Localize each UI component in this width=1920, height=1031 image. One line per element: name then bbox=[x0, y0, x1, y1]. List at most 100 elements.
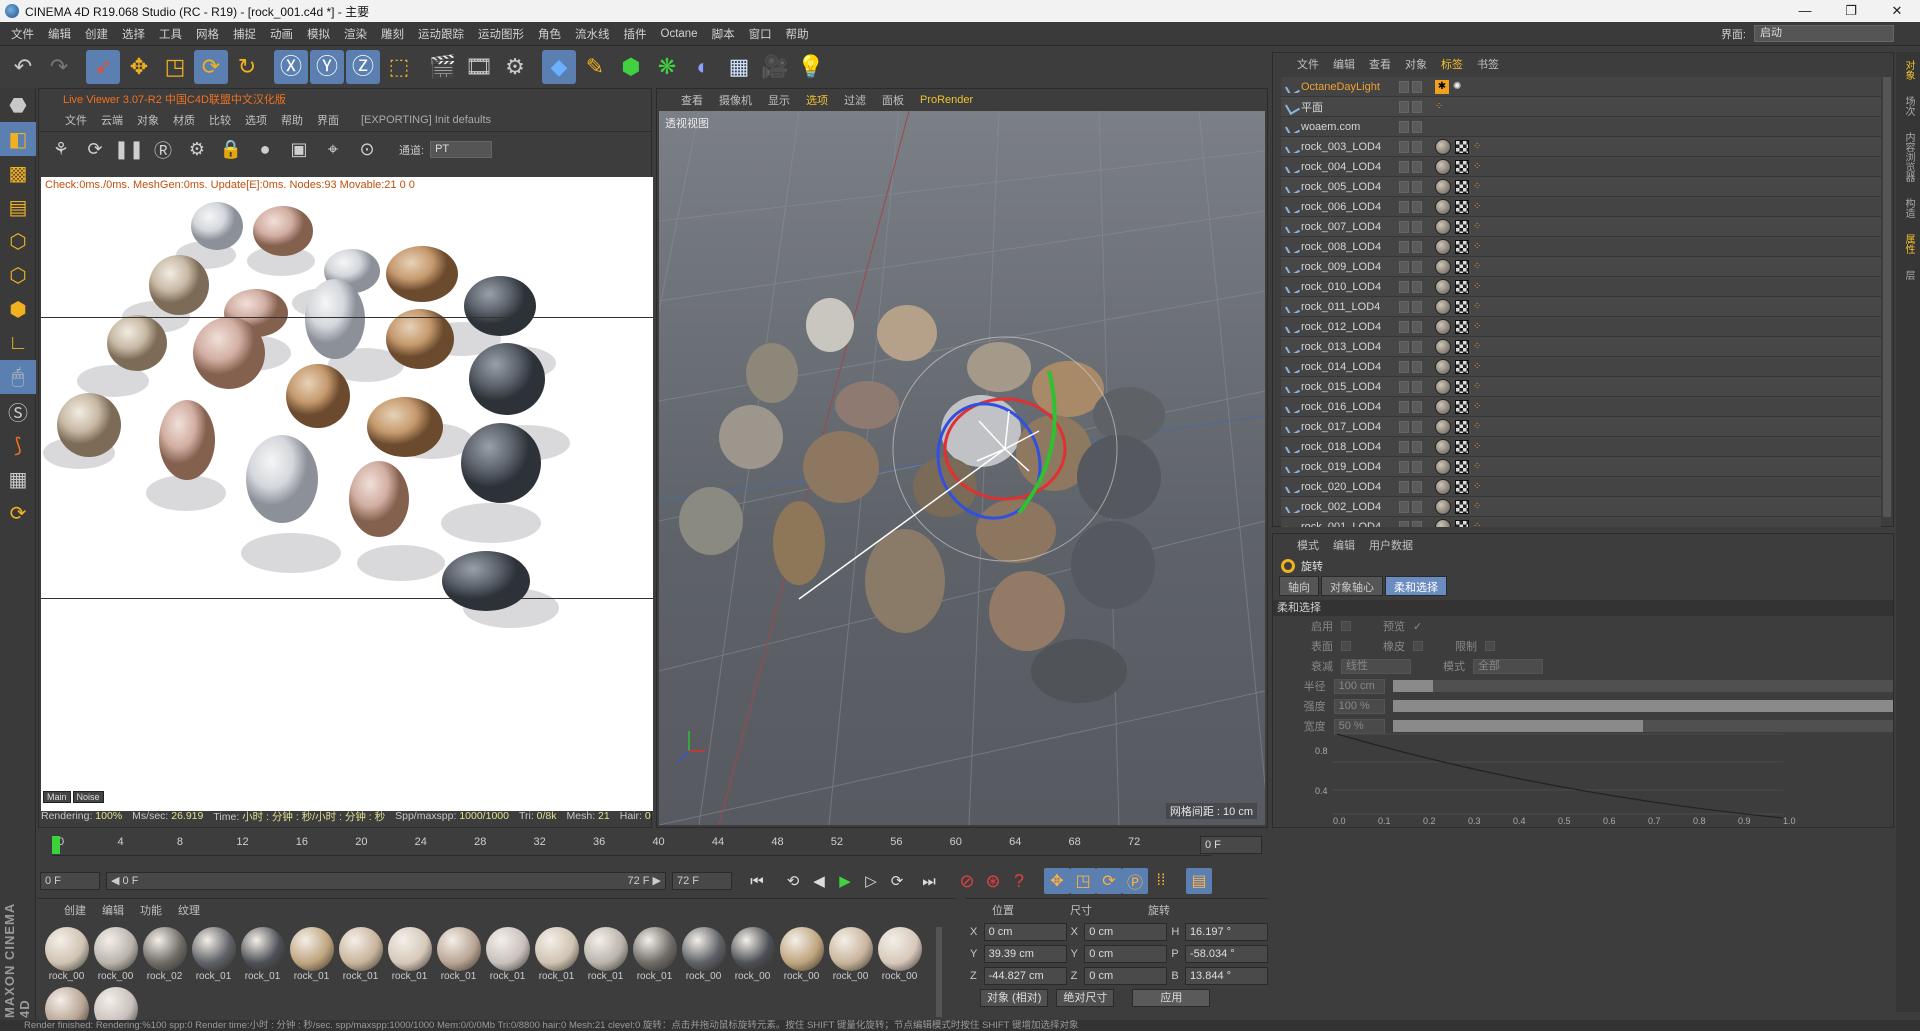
material-swatch[interactable]: rock_01 bbox=[434, 927, 483, 985]
timeline-icon[interactable]: ▤ bbox=[1186, 868, 1212, 894]
settings-gear-icon[interactable]: ⚙ bbox=[183, 136, 211, 164]
tab-axis[interactable]: 轴向 bbox=[1279, 576, 1319, 596]
visibility-flags[interactable] bbox=[1399, 400, 1435, 413]
live-viewer-render[interactable] bbox=[41, 193, 653, 811]
material-swatch[interactable]: rock_00 bbox=[826, 927, 875, 985]
phong-tag-icon[interactable]: ⁘ bbox=[1473, 161, 1483, 172]
y-axis-icon[interactable]: Ⓨ bbox=[310, 50, 344, 84]
material-swatch[interactable]: rock_00 bbox=[91, 927, 140, 985]
record-active-icon[interactable]: ⊘ bbox=[954, 868, 980, 894]
lv-menu-compare[interactable]: 比较 bbox=[209, 112, 231, 128]
rotation-p-field[interactable]: -58.034 ° bbox=[1184, 945, 1268, 963]
am-menu-edit[interactable]: 编辑 bbox=[1333, 537, 1355, 553]
key-pla-icon[interactable]: ⁞⁞ bbox=[1148, 868, 1174, 894]
pick-focus-icon[interactable]: ⌖ bbox=[319, 136, 347, 164]
material-swatch[interactable]: rock_01 bbox=[189, 927, 238, 985]
material-tag-icon[interactable] bbox=[1435, 438, 1451, 455]
visibility-flags[interactable] bbox=[1399, 240, 1435, 253]
tweak-mode-icon[interactable]: 🖱 bbox=[0, 360, 36, 394]
uvw-tag-icon[interactable] bbox=[1455, 199, 1469, 214]
object-tags[interactable]: ⁘ bbox=[1435, 338, 1483, 355]
visibility-flags[interactable] bbox=[1399, 420, 1435, 433]
visibility-flags[interactable] bbox=[1399, 380, 1435, 393]
object-name[interactable]: rock_019_LOD4 bbox=[1281, 461, 1399, 473]
uvw-tag-icon[interactable] bbox=[1455, 479, 1469, 494]
object-row[interactable]: rock_016_LOD4 ⁘ bbox=[1281, 397, 1881, 417]
object-tags[interactable]: ⁘ bbox=[1435, 138, 1483, 155]
size-mode-select[interactable]: 绝对尺寸 bbox=[1056, 989, 1115, 1007]
sun-tag-icon[interactable]: ✺ bbox=[1453, 81, 1463, 92]
side-tab-content-browser[interactable]: 内容浏览器 bbox=[1896, 124, 1920, 190]
object-name[interactable]: rock_014_LOD4 bbox=[1281, 361, 1399, 373]
menu-motion-tracking[interactable]: 运动跟踪 bbox=[411, 26, 471, 42]
key-rotation-icon[interactable]: ⟳ bbox=[1096, 868, 1122, 894]
lv-menu-materials[interactable]: 材质 bbox=[173, 112, 195, 128]
menu-render[interactable]: 渲染 bbox=[337, 26, 374, 42]
material-tag-icon[interactable] bbox=[1435, 478, 1451, 495]
object-tags[interactable]: ⁘ bbox=[1435, 318, 1483, 335]
current-frame-field[interactable]: 0 F bbox=[40, 872, 100, 890]
object-tags[interactable]: ⁘ bbox=[1435, 178, 1483, 195]
material-tag-icon[interactable] bbox=[1435, 178, 1451, 195]
menu-create[interactable]: 创建 bbox=[78, 26, 115, 42]
close-button[interactable]: ✕ bbox=[1874, 0, 1920, 22]
material-tag-icon[interactable] bbox=[1435, 258, 1451, 275]
menu-script[interactable]: 脚本 bbox=[705, 26, 742, 42]
coord-system-icon[interactable]: ⬚ bbox=[382, 50, 416, 84]
keyframe-selection-icon[interactable]: ? bbox=[1006, 868, 1032, 894]
minimize-button[interactable]: — bbox=[1782, 0, 1828, 22]
mm-menu-function[interactable]: 功能 bbox=[140, 902, 162, 918]
side-tab-objects[interactable]: 对象 bbox=[1896, 52, 1920, 88]
pause-icon[interactable]: ❚❚ bbox=[114, 136, 144, 164]
phong-tag-icon[interactable]: ⁘ bbox=[1473, 241, 1483, 252]
object-name[interactable]: rock_020_LOD4 bbox=[1281, 481, 1399, 493]
object-row[interactable]: rock_009_LOD4 ⁘ bbox=[1281, 257, 1881, 277]
material-tag-icon[interactable] bbox=[1435, 138, 1451, 155]
uvw-tag-icon[interactable] bbox=[1455, 359, 1469, 374]
phong-tag-icon[interactable]: ⁘ bbox=[1435, 101, 1445, 112]
workplane-icon[interactable]: ▤ bbox=[0, 190, 36, 224]
object-name[interactable]: rock_017_LOD4 bbox=[1281, 421, 1399, 433]
lv-menu-file[interactable]: 文件 bbox=[65, 112, 87, 128]
light-icon[interactable]: 💡 bbox=[794, 50, 828, 84]
render-picture-viewer-icon[interactable]: 🎞 bbox=[462, 50, 496, 84]
phong-tag-icon[interactable]: ⁘ bbox=[1473, 281, 1483, 292]
material-tag-icon[interactable] bbox=[1435, 238, 1451, 255]
object-row[interactable]: rock_002_LOD4 ⁘ bbox=[1281, 497, 1881, 517]
object-name[interactable]: rock_008_LOD4 bbox=[1281, 241, 1399, 253]
menu-help[interactable]: 帮助 bbox=[779, 26, 816, 42]
side-tab-structure[interactable]: 构造 bbox=[1896, 190, 1920, 226]
size-z-field[interactable]: 0 cm bbox=[1084, 967, 1168, 985]
menu-mesh[interactable]: 网格 bbox=[189, 26, 226, 42]
material-swatch[interactable]: rock_00 bbox=[777, 927, 826, 985]
timeline-playhead[interactable] bbox=[52, 836, 60, 854]
timeline-frame-field[interactable]: 0 F bbox=[1200, 836, 1262, 854]
position-y-field[interactable]: 39.39 cm bbox=[983, 945, 1067, 963]
planar-workplane-icon[interactable]: ⟳ bbox=[0, 496, 36, 530]
menu-character[interactable]: 角色 bbox=[531, 26, 568, 42]
visibility-flags[interactable] bbox=[1399, 320, 1435, 333]
side-tab-attributes[interactable]: 属性 bbox=[1896, 226, 1920, 262]
am-menu-userdata[interactable]: 用户数据 bbox=[1369, 537, 1413, 553]
vp-menu-panel[interactable]: 面板 bbox=[882, 92, 904, 108]
menu-sculpt[interactable]: 雕刻 bbox=[374, 26, 411, 42]
uvw-tag-icon[interactable] bbox=[1455, 179, 1469, 194]
size-y-field[interactable]: 0 cm bbox=[1084, 945, 1168, 963]
rubber-checkbox[interactable] bbox=[1413, 641, 1423, 651]
uvw-tag-icon[interactable] bbox=[1455, 219, 1469, 234]
material-tag-icon[interactable] bbox=[1435, 298, 1451, 315]
material-tag-icon[interactable] bbox=[1435, 198, 1451, 215]
apply-button[interactable]: 应用 bbox=[1132, 989, 1211, 1007]
visibility-flags[interactable] bbox=[1399, 440, 1435, 453]
enable-checkbox[interactable] bbox=[1341, 621, 1351, 631]
strength-field[interactable]: 100 % bbox=[1333, 698, 1385, 714]
material-tag-icon[interactable] bbox=[1435, 358, 1451, 375]
visibility-flags[interactable] bbox=[1399, 460, 1435, 473]
phong-tag-icon[interactable]: ⁘ bbox=[1473, 221, 1483, 232]
lock-icon[interactable]: 🔒 bbox=[217, 136, 245, 164]
snap-icon[interactable]: Ⓢ bbox=[0, 394, 36, 428]
radius-field[interactable]: 100 cm bbox=[1333, 678, 1385, 694]
lv-menu-objects[interactable]: 对象 bbox=[137, 112, 159, 128]
visibility-flags[interactable] bbox=[1399, 300, 1435, 313]
menu-file[interactable]: 文件 bbox=[4, 26, 41, 42]
